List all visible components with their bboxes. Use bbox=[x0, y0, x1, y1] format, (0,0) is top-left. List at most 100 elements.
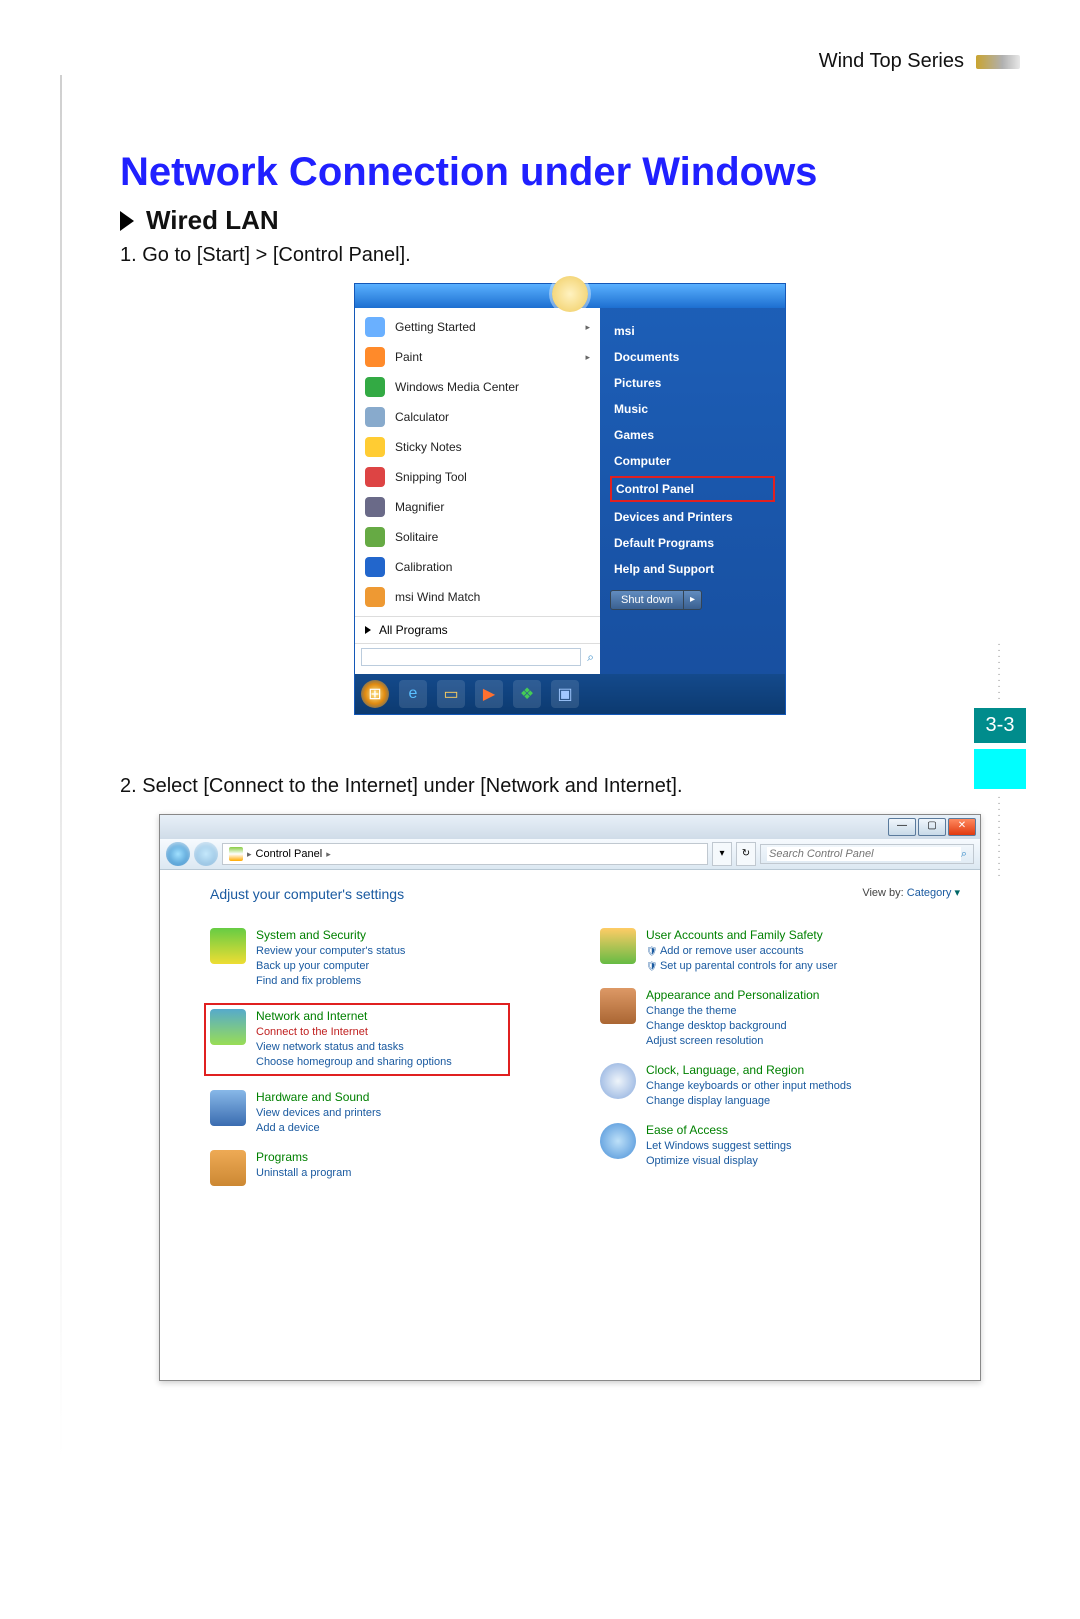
start-menu-item[interactable]: Windows Media Center bbox=[355, 372, 600, 402]
category-link[interactable]: Change keyboards or other input methods bbox=[646, 1079, 851, 1094]
start-menu-item[interactable]: Calculator bbox=[355, 402, 600, 432]
category-title[interactable]: Clock, Language, and Region bbox=[646, 1063, 851, 1077]
start-menu-item[interactable]: Solitaire bbox=[355, 522, 600, 552]
shutdown-options-arrow[interactable]: ▸ bbox=[683, 590, 702, 610]
app-icon[interactable]: ▣ bbox=[551, 680, 579, 708]
subsection-title: Wired LAN bbox=[146, 205, 279, 236]
category-link[interactable]: Let Windows suggest settings bbox=[646, 1139, 792, 1154]
category-icon bbox=[210, 1090, 246, 1126]
forward-button[interactable] bbox=[194, 842, 218, 866]
chevron-down-icon: ▾ bbox=[954, 887, 960, 899]
media-player-icon[interactable]: ▶ bbox=[475, 680, 503, 708]
view-by: View by: Category ▾ bbox=[862, 886, 960, 899]
search-box: ⌕ bbox=[760, 844, 974, 864]
category-text: Programs Uninstall a program bbox=[256, 1150, 351, 1186]
category-link[interactable]: Add a device bbox=[256, 1121, 381, 1136]
start-menu-item-label: Getting Started bbox=[395, 320, 476, 334]
page-side-tab: · · · · · · · · · · 3-3 · · · · · · · · … bbox=[974, 642, 1026, 879]
chevron-icon: ▸ bbox=[326, 849, 331, 860]
start-menu-right-item[interactable]: Computer bbox=[600, 448, 785, 474]
category-link[interactable]: Review your computer's status bbox=[256, 944, 405, 959]
start-menu-item-label: Solitaire bbox=[395, 530, 438, 544]
start-menu-item[interactable]: Paint▸ bbox=[355, 342, 600, 372]
start-menu-item[interactable]: Snipping Tool bbox=[355, 462, 600, 492]
shutdown-button[interactable]: Shut down bbox=[610, 590, 683, 610]
start-menu-item[interactable]: Calibration bbox=[355, 552, 600, 582]
media-center-icon[interactable]: ❖ bbox=[513, 680, 541, 708]
breadcrumb-label: Control Panel bbox=[256, 848, 323, 860]
category-link[interactable]: Set up parental controls for any user bbox=[646, 959, 837, 974]
start-menu-item[interactable]: msi Wind Match bbox=[355, 582, 600, 612]
start-menu-right-item[interactable]: msi bbox=[600, 318, 785, 344]
start-menu-item[interactable]: Sticky Notes bbox=[355, 432, 600, 462]
view-by-value[interactable]: Category bbox=[907, 887, 952, 899]
submenu-arrow-icon: ▸ bbox=[585, 352, 590, 363]
explorer-icon[interactable]: ▭ bbox=[437, 680, 465, 708]
ie-icon[interactable]: e bbox=[399, 680, 427, 708]
category-link[interactable]: View network status and tasks bbox=[256, 1040, 452, 1055]
refresh-button[interactable]: ↻ bbox=[736, 842, 756, 866]
category-title[interactable]: User Accounts and Family Safety bbox=[646, 928, 837, 942]
app-icon bbox=[365, 407, 385, 427]
category-link[interactable]: Connect to the Internet bbox=[256, 1025, 452, 1040]
category-icon bbox=[600, 1063, 636, 1099]
category-title[interactable]: Ease of Access bbox=[646, 1123, 792, 1137]
maximize-button[interactable]: ▢ bbox=[918, 818, 946, 836]
category-title[interactable]: System and Security bbox=[256, 928, 405, 942]
chevron-icon: ▸ bbox=[247, 849, 252, 860]
start-menu-item-label: Calculator bbox=[395, 410, 449, 424]
category-link[interactable]: Change desktop background bbox=[646, 1019, 819, 1034]
step-1: 1. Go to [Start] > [Control Panel]. bbox=[120, 244, 1020, 267]
app-icon bbox=[365, 317, 385, 337]
page-border bbox=[60, 75, 62, 1535]
category-link[interactable]: Optimize visual display bbox=[646, 1154, 792, 1169]
back-button[interactable] bbox=[166, 842, 190, 866]
page-title: Network Connection under Windows bbox=[120, 150, 1020, 195]
category-icon bbox=[210, 1150, 246, 1186]
category-link[interactable]: View devices and printers bbox=[256, 1106, 381, 1121]
start-menu-right-item[interactable]: Music bbox=[600, 396, 785, 422]
start-orb-icon[interactable]: ⊞ bbox=[361, 680, 389, 708]
start-menu-right-item[interactable]: Pictures bbox=[600, 370, 785, 396]
category-link[interactable]: Uninstall a program bbox=[256, 1166, 351, 1181]
start-menu-right-item[interactable]: Documents bbox=[600, 344, 785, 370]
all-programs[interactable]: All Programs bbox=[355, 616, 600, 643]
category-link[interactable]: Back up your computer bbox=[256, 959, 405, 974]
category-title[interactable]: Network and Internet bbox=[256, 1009, 452, 1023]
app-icon bbox=[365, 497, 385, 517]
search-input[interactable] bbox=[767, 847, 961, 861]
dropdown-button[interactable]: ▾ bbox=[712, 842, 732, 866]
control-panel-screenshot: — ▢ ✕ ▸ Control Panel ▸ ▾ ↻ ⌕ bbox=[159, 814, 981, 1381]
breadcrumb[interactable]: ▸ Control Panel ▸ bbox=[222, 843, 708, 865]
category-link[interactable]: Change the theme bbox=[646, 1004, 819, 1019]
series-bar-icon bbox=[976, 55, 1020, 69]
start-search-input[interactable] bbox=[361, 648, 581, 666]
close-button[interactable]: ✕ bbox=[948, 818, 976, 836]
start-menu-right-item[interactable]: Default Programs bbox=[600, 530, 785, 556]
start-menu-control-panel[interactable]: Control Panel bbox=[610, 476, 775, 502]
start-menu-right-item[interactable]: Help and Support bbox=[600, 556, 785, 582]
cp-category: Ease of Access Let Windows suggest settin… bbox=[600, 1123, 960, 1169]
minimize-button[interactable]: — bbox=[888, 818, 916, 836]
start-menu-search: ⌕ bbox=[355, 643, 600, 670]
user-avatar-icon bbox=[552, 276, 588, 312]
category-link[interactable]: Find and fix problems bbox=[256, 974, 405, 989]
category-link[interactable]: Change display language bbox=[646, 1094, 851, 1109]
start-menu-right-item[interactable]: Devices and Printers bbox=[600, 504, 785, 530]
cp-category: Network and Internet Connect to the Inter… bbox=[204, 1003, 510, 1076]
start-menu-screenshot: Getting Started▸Paint▸Windows Media Cent… bbox=[354, 283, 786, 715]
app-icon bbox=[365, 437, 385, 457]
category-title[interactable]: Appearance and Personalization bbox=[646, 988, 819, 1002]
category-title[interactable]: Programs bbox=[256, 1150, 351, 1164]
start-menu-item[interactable]: Getting Started▸ bbox=[355, 312, 600, 342]
start-menu-right-item[interactable]: Games bbox=[600, 422, 785, 448]
start-menu-item[interactable]: Magnifier bbox=[355, 492, 600, 522]
shutdown-group: Shut down ▸ bbox=[610, 590, 775, 610]
search-icon: ⌕ bbox=[961, 848, 967, 861]
category-title[interactable]: Hardware and Sound bbox=[256, 1090, 381, 1104]
category-link[interactable]: Add or remove user accounts bbox=[646, 944, 837, 959]
category-link[interactable]: Adjust screen resolution bbox=[646, 1034, 819, 1049]
category-text: Clock, Language, and Region Change keyboa… bbox=[646, 1063, 851, 1109]
start-menu-item-label: msi Wind Match bbox=[395, 590, 480, 604]
category-link[interactable]: Choose homegroup and sharing options bbox=[256, 1055, 452, 1070]
